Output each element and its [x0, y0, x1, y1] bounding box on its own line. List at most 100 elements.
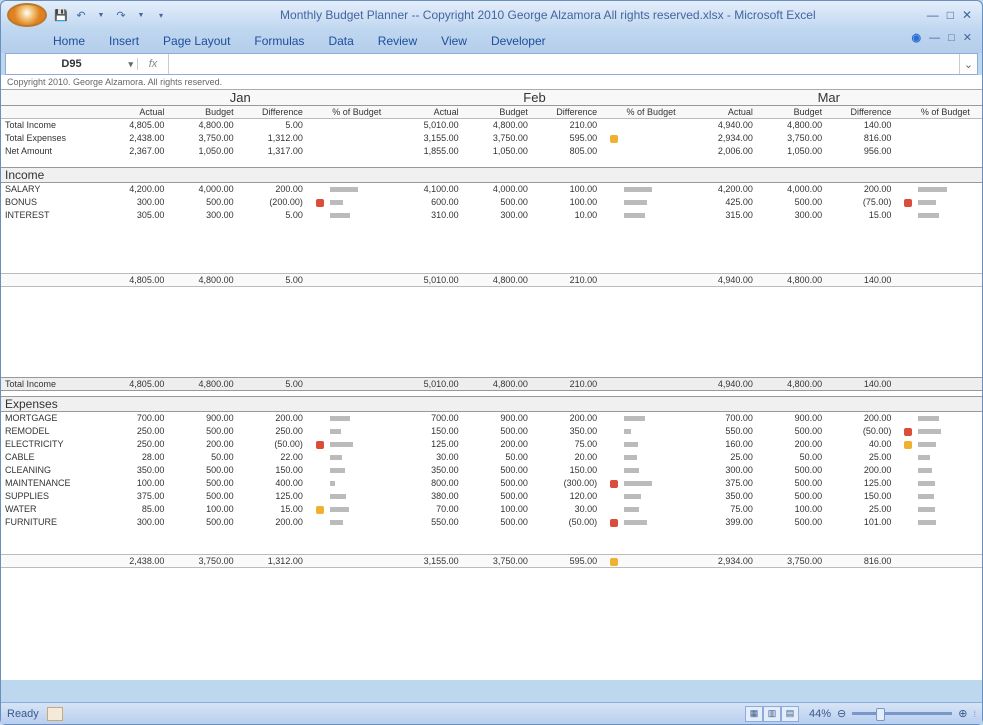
undo-icon[interactable]: ↶: [73, 7, 89, 23]
cell[interactable]: [307, 438, 328, 451]
cell[interactable]: 150.00: [826, 490, 895, 503]
cell[interactable]: 28.00: [99, 451, 168, 464]
worksheet[interactable]: JanFebMarActualBudgetDifference% of Budg…: [1, 90, 982, 680]
cell[interactable]: FURNITURE: [1, 516, 99, 529]
cell[interactable]: 399.00: [688, 516, 757, 529]
cell[interactable]: Total Income: [1, 378, 99, 391]
cell[interactable]: 500.00: [168, 464, 237, 477]
cell[interactable]: (50.00): [238, 438, 307, 451]
cell[interactable]: 5,010.00: [393, 274, 462, 287]
cell[interactable]: 350.00: [99, 464, 168, 477]
cell[interactable]: [307, 196, 328, 209]
cell[interactable]: 500.00: [757, 516, 826, 529]
cell[interactable]: 350.00: [393, 464, 462, 477]
cell[interactable]: [601, 274, 622, 287]
cell[interactable]: [328, 209, 386, 222]
cell[interactable]: [622, 183, 680, 196]
name-box[interactable]: D95: [6, 58, 138, 70]
cell[interactable]: [307, 145, 328, 158]
cell[interactable]: 4,800.00: [168, 274, 237, 287]
cell[interactable]: [916, 209, 974, 222]
cell[interactable]: 500.00: [463, 490, 532, 503]
cell[interactable]: 15.00: [238, 503, 307, 516]
cell[interactable]: SALARY: [1, 183, 99, 196]
cell[interactable]: 956.00: [826, 145, 895, 158]
cell[interactable]: 140.00: [826, 378, 895, 391]
cell[interactable]: [601, 412, 622, 425]
cell[interactable]: 300.00: [688, 464, 757, 477]
cell[interactable]: [916, 183, 974, 196]
cell[interactable]: 310.00: [393, 209, 462, 222]
cell[interactable]: 550.00: [688, 425, 757, 438]
tab-review[interactable]: Review: [378, 34, 417, 48]
cell[interactable]: 4,000.00: [168, 183, 237, 196]
cell[interactable]: 1,050.00: [463, 145, 532, 158]
cell[interactable]: 1,317.00: [238, 145, 307, 158]
cell[interactable]: [1, 274, 99, 287]
cell[interactable]: 200.00: [826, 464, 895, 477]
normal-view-button[interactable]: ▦: [745, 706, 763, 722]
cell[interactable]: 700.00: [688, 412, 757, 425]
cell[interactable]: [328, 477, 386, 490]
cell[interactable]: Net Amount: [1, 145, 99, 158]
cell[interactable]: 250.00: [238, 425, 307, 438]
cell[interactable]: [328, 503, 386, 516]
cell[interactable]: 4,940.00: [688, 119, 757, 132]
cell[interactable]: 5.00: [238, 209, 307, 222]
tab-formulas[interactable]: Formulas: [254, 34, 304, 48]
cell[interactable]: [895, 490, 916, 503]
cell[interactable]: 425.00: [688, 196, 757, 209]
cell[interactable]: [916, 274, 974, 287]
cell[interactable]: 816.00: [826, 132, 895, 145]
cell[interactable]: 400.00: [238, 477, 307, 490]
cell[interactable]: [622, 555, 680, 568]
cell[interactable]: [916, 503, 974, 516]
cell[interactable]: 4,800.00: [757, 378, 826, 391]
cell[interactable]: 125.00: [826, 477, 895, 490]
cell[interactable]: MORTGAGE: [1, 412, 99, 425]
cell[interactable]: 4,805.00: [99, 119, 168, 132]
cell[interactable]: [601, 438, 622, 451]
tab-home[interactable]: Home: [53, 34, 85, 48]
cell[interactable]: 500.00: [463, 516, 532, 529]
cell[interactable]: [601, 196, 622, 209]
cell[interactable]: [328, 274, 386, 287]
cell[interactable]: [895, 145, 916, 158]
cell[interactable]: 1,312.00: [238, 132, 307, 145]
cell[interactable]: [328, 464, 386, 477]
cell[interactable]: [622, 209, 680, 222]
cell[interactable]: 3,750.00: [463, 132, 532, 145]
cell[interactable]: 500.00: [757, 490, 826, 503]
cell[interactable]: (200.00): [238, 196, 307, 209]
cell[interactable]: BONUS: [1, 196, 99, 209]
cell[interactable]: 125.00: [393, 438, 462, 451]
cell[interactable]: [601, 119, 622, 132]
cell[interactable]: 300.00: [757, 209, 826, 222]
cell[interactable]: MAINTENANCE: [1, 477, 99, 490]
cell[interactable]: [307, 183, 328, 196]
cell[interactable]: 500.00: [463, 196, 532, 209]
tab-insert[interactable]: Insert: [109, 34, 139, 48]
cell[interactable]: 20.00: [532, 451, 601, 464]
cell[interactable]: [328, 438, 386, 451]
cell[interactable]: [307, 464, 328, 477]
cell[interactable]: [895, 464, 916, 477]
cell[interactable]: [307, 425, 328, 438]
cell[interactable]: 100.00: [532, 183, 601, 196]
cell[interactable]: 595.00: [532, 132, 601, 145]
cell[interactable]: REMODEL: [1, 425, 99, 438]
cell[interactable]: 200.00: [238, 183, 307, 196]
cell[interactable]: 200.00: [238, 516, 307, 529]
cell[interactable]: [1, 555, 99, 568]
cell[interactable]: 3,750.00: [757, 555, 826, 568]
cell[interactable]: 5.00: [238, 274, 307, 287]
cell[interactable]: [622, 412, 680, 425]
qat-customize-icon[interactable]: ▾: [153, 7, 169, 23]
cell[interactable]: 300.00: [99, 196, 168, 209]
minimize-button[interactable]: —: [927, 8, 939, 22]
cell[interactable]: 40.00: [826, 438, 895, 451]
cell[interactable]: [328, 119, 386, 132]
cell[interactable]: 85.00: [99, 503, 168, 516]
cell[interactable]: [622, 477, 680, 490]
cell[interactable]: [916, 378, 974, 391]
